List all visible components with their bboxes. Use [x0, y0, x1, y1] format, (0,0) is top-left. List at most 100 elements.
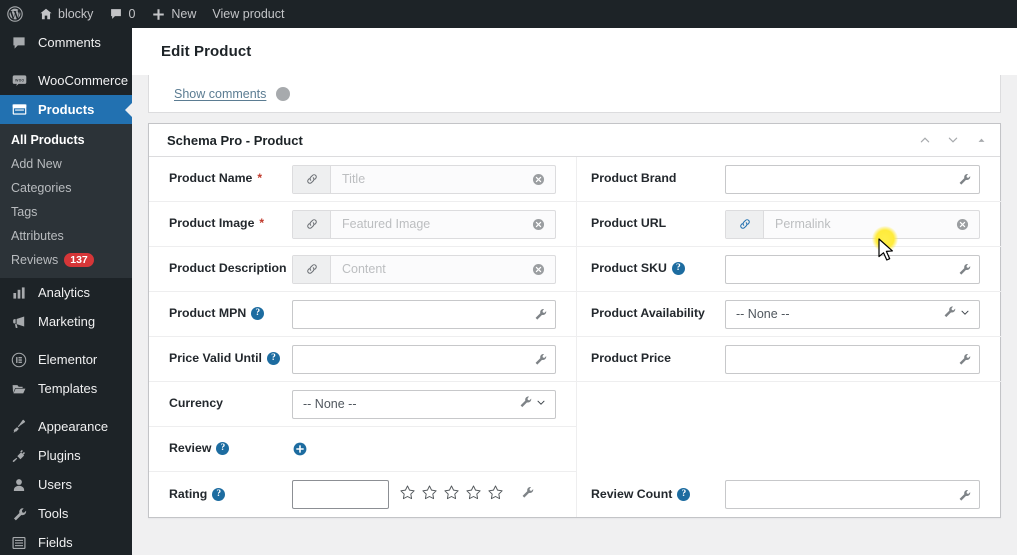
- field-label-product-sku: Product SKU ?: [577, 261, 725, 276]
- product-description-placeholder: Content: [342, 262, 386, 276]
- sidebar-item-tags[interactable]: Tags: [0, 200, 132, 224]
- sidebar-item-reviews[interactable]: Reviews 137: [0, 248, 132, 272]
- sidebar-item-analytics[interactable]: Analytics: [0, 278, 132, 307]
- link-icon[interactable]: [293, 255, 331, 283]
- wrench-icon[interactable]: [533, 307, 547, 321]
- list-icon: [9, 535, 29, 551]
- star-icon[interactable]: [421, 484, 438, 506]
- select-tools[interactable]: [942, 305, 971, 324]
- sidebar-label: Marketing: [38, 314, 96, 329]
- product-brand-input[interactable]: [725, 164, 980, 194]
- wrench-icon[interactable]: [957, 172, 971, 186]
- product-price-input[interactable]: [725, 344, 980, 374]
- sidebar-label: Analytics: [38, 285, 91, 300]
- field-label-product-description: Product Description: [169, 261, 287, 276]
- panel-title: Schema Pro - Product: [167, 132, 303, 148]
- star-icon[interactable]: [443, 484, 460, 506]
- sidebar-item-fields[interactable]: Fields: [0, 528, 132, 555]
- adminbar-view-product[interactable]: View product: [204, 0, 292, 28]
- chevron-down-icon[interactable]: [959, 305, 971, 323]
- rating-input[interactable]: [292, 480, 389, 509]
- sidebar-item-categories[interactable]: Categories: [0, 176, 132, 200]
- adminbar-site-name[interactable]: blocky: [31, 0, 101, 28]
- add-review-button[interactable]: [292, 441, 308, 457]
- sidebar-item-templates[interactable]: Templates: [0, 374, 132, 403]
- link-icon[interactable]: [293, 210, 331, 238]
- help-icon[interactable]: ?: [266, 352, 280, 366]
- field-label-product-url: Product URL: [591, 216, 667, 231]
- sidebar-item-comments[interactable]: Comments: [0, 28, 132, 57]
- sidebar-label: Appearance: [38, 419, 109, 434]
- field-row-product-sku: Product SKU ?: [577, 247, 1002, 292]
- product-mpn-input[interactable]: [292, 299, 556, 329]
- sidebar-item-products[interactable]: Products: [0, 95, 133, 124]
- currency-select[interactable]: -- None --: [292, 389, 556, 419]
- star-icon[interactable]: [465, 484, 482, 506]
- clear-icon[interactable]: [955, 217, 979, 232]
- help-icon[interactable]: ?: [671, 262, 685, 276]
- help-icon[interactable]: ?: [251, 307, 265, 321]
- comment-bubble-icon: [9, 35, 29, 51]
- sidebar-item-attributes[interactable]: Attributes: [0, 224, 132, 248]
- product-sku-input[interactable]: [725, 254, 980, 284]
- sidebar-item-tools[interactable]: Tools: [0, 499, 132, 528]
- sidebar-item-marketing[interactable]: Marketing: [0, 307, 132, 336]
- help-icon[interactable]: ?: [677, 487, 691, 501]
- home-icon: [39, 7, 53, 21]
- field-label-product-mpn: Product MPN ?: [149, 306, 292, 321]
- sidebar-item-add-new[interactable]: Add New: [0, 152, 132, 176]
- select-tools[interactable]: [518, 395, 547, 414]
- wrench-icon[interactable]: [942, 305, 956, 324]
- wrench-icon[interactable]: [533, 352, 547, 366]
- product-name-input[interactable]: Title: [292, 164, 556, 194]
- paintbrush-icon: [9, 419, 29, 435]
- price-valid-until-input[interactable]: [292, 344, 556, 374]
- show-comments-link[interactable]: Show comments: [174, 87, 266, 101]
- sidebar-item-plugins[interactable]: Plugins: [0, 441, 132, 470]
- clear-icon[interactable]: [531, 262, 555, 277]
- clear-icon[interactable]: [531, 217, 555, 232]
- reviews-count-badge: 137: [64, 253, 94, 267]
- wrench-icon[interactable]: [957, 352, 971, 366]
- product-description-input[interactable]: Content: [292, 254, 556, 284]
- woocommerce-icon: woo: [9, 72, 29, 89]
- wordpress-logo-icon: [7, 6, 23, 22]
- adminbar-new-content[interactable]: New: [143, 0, 204, 28]
- field-row-currency: Currency -- None --: [149, 382, 577, 427]
- panel-handle-actions: [912, 127, 994, 153]
- chevron-down-icon[interactable]: [535, 395, 547, 413]
- adminbar-comments[interactable]: 0: [101, 0, 143, 28]
- product-url-placeholder: Permalink: [775, 217, 831, 231]
- product-availability-select[interactable]: -- None --: [725, 299, 980, 329]
- sidebar-item-all-products[interactable]: All Products: [0, 128, 132, 152]
- field-row-product-mpn: Product MPN ?: [149, 292, 577, 337]
- sidebar-item-appearance[interactable]: Appearance: [0, 412, 132, 441]
- wrench-icon[interactable]: [518, 395, 532, 414]
- field-label-rating: Rating ?: [149, 487, 292, 502]
- move-up-button[interactable]: [912, 127, 938, 153]
- move-down-button[interactable]: [940, 127, 966, 153]
- wrench-icon[interactable]: [520, 485, 534, 504]
- main-content: Edit Product Show comments Schema Pro - …: [132, 28, 1017, 555]
- link-icon[interactable]: [726, 210, 764, 238]
- wrench-icon[interactable]: [957, 488, 971, 502]
- help-icon[interactable]: ?: [212, 487, 226, 501]
- star-rating-control[interactable]: [399, 484, 504, 506]
- toggle-panel-button[interactable]: [968, 127, 994, 153]
- adminbar-wordpress-logo[interactable]: [0, 0, 31, 28]
- product-url-input[interactable]: Permalink: [725, 209, 980, 239]
- wrench-icon[interactable]: [957, 262, 971, 276]
- star-icon[interactable]: [399, 484, 416, 506]
- sidebar-sublabel: Tags: [11, 205, 38, 219]
- product-image-input[interactable]: Featured Image: [292, 209, 556, 239]
- sidebar-item-users[interactable]: Users: [0, 470, 132, 499]
- required-marker: *: [259, 216, 265, 231]
- clear-icon[interactable]: [531, 172, 555, 187]
- sidebar-label: Plugins: [38, 448, 81, 463]
- review-count-input[interactable]: [725, 480, 980, 509]
- help-icon[interactable]: ?: [216, 442, 230, 456]
- sidebar-item-woocommerce[interactable]: woo WooCommerce: [0, 66, 132, 95]
- star-icon[interactable]: [487, 484, 504, 506]
- sidebar-item-elementor[interactable]: Elementor: [0, 345, 132, 374]
- link-icon[interactable]: [293, 165, 331, 193]
